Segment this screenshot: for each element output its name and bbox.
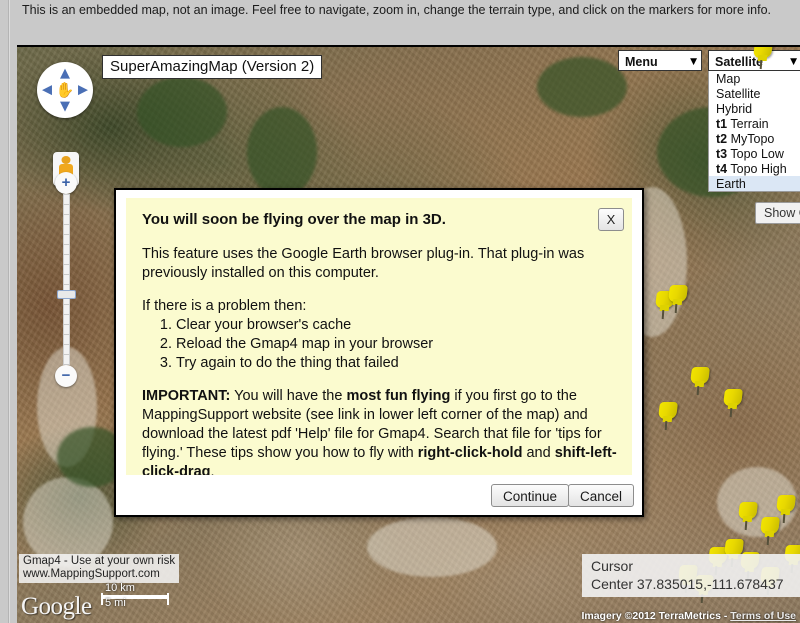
menu-dropdown-label: Menu bbox=[625, 54, 658, 69]
dialog-steps-list: Clear your browser's cacheReload the Gma… bbox=[142, 316, 618, 373]
map-marker[interactable] bbox=[689, 367, 711, 396]
dialog-footer: Continue Cancel bbox=[116, 475, 642, 515]
terrain-vegetation bbox=[137, 77, 227, 147]
zoom-slider-thumb[interactable] bbox=[57, 290, 76, 299]
continue-button[interactable]: Continue bbox=[490, 484, 569, 507]
map-attribution: Gmap4 - Use at your own risk www.Mapping… bbox=[19, 554, 180, 583]
map-type-option-prefix: t1 bbox=[716, 117, 728, 131]
chevron-down-icon: ▼ bbox=[690, 56, 697, 67]
important-text-3: and bbox=[522, 445, 555, 461]
map-marker[interactable] bbox=[775, 495, 797, 524]
page-gutter-line-2 bbox=[9, 0, 10, 623]
dialog-step-item: Try again to do the thing that failed bbox=[176, 354, 618, 373]
important-text-1: You will have the bbox=[230, 388, 347, 404]
scale-metric-label: 10 km bbox=[105, 582, 135, 594]
dialog-body: You will soon be flying over the map in … bbox=[126, 198, 632, 480]
dialog-important-paragraph: IMPORTANT: You will have the most fun fl… bbox=[142, 387, 618, 482]
show-grid-button[interactable]: Show G bbox=[755, 202, 800, 224]
attribution-line-1: Gmap4 - Use at your own risk bbox=[23, 555, 176, 567]
map-type-option-hybrid[interactable]: Hybrid bbox=[709, 101, 800, 116]
dialog-title: You will soon be flying over the map in … bbox=[142, 211, 446, 228]
pegman-head bbox=[61, 156, 71, 164]
map-marker[interactable] bbox=[737, 502, 759, 531]
pan-left-icon[interactable]: ◀ bbox=[42, 84, 52, 97]
map-marker[interactable] bbox=[667, 285, 689, 314]
terrain-ridge bbox=[367, 517, 497, 577]
menu-dropdown-button[interactable]: Menu ▼ bbox=[618, 50, 702, 71]
attribution-line-2[interactable]: www.MappingSupport.com bbox=[23, 568, 175, 581]
map-type-option-topo-high[interactable]: t4 Topo High bbox=[709, 161, 800, 176]
map-type-option-prefix: t3 bbox=[716, 147, 728, 161]
map-marker[interactable] bbox=[657, 402, 679, 431]
center-coordinates: Center 37.835015,-111.678437 bbox=[591, 576, 784, 592]
map-type-option-map[interactable]: Map bbox=[709, 71, 800, 86]
chevron-down-icon: ▼ bbox=[790, 56, 797, 67]
dialog-step-item: Clear your browser's cache bbox=[176, 316, 618, 335]
intro-text: This is an embedded map, not an image. F… bbox=[22, 3, 772, 17]
terrain-vegetation bbox=[247, 107, 317, 197]
terrain-vegetation bbox=[537, 57, 627, 117]
pan-hand-icon[interactable]: ✋ bbox=[56, 81, 75, 99]
map-type-option-topo-low[interactable]: t3 Topo Low bbox=[709, 146, 800, 161]
zoom-slider-track[interactable] bbox=[63, 194, 70, 365]
map-type-option-satellite[interactable]: Satellite bbox=[709, 86, 800, 101]
terms-of-use-link[interactable]: Terms of Use bbox=[730, 610, 796, 622]
zoom-in-button[interactable]: + bbox=[55, 172, 77, 194]
imagery-credit: Imagery ©2012 TerraMetrics - Terms of Us… bbox=[581, 610, 796, 622]
scale-imperial-label: 5 mi bbox=[105, 597, 126, 609]
embedded-map[interactable]: SuperAmazingMap (Version 2) ▲ ▼ ◀ ▶ ✋ + … bbox=[17, 45, 800, 623]
map-type-option-terrain[interactable]: t1 Terrain bbox=[709, 116, 800, 131]
cursor-label: Cursor bbox=[591, 558, 634, 574]
important-label: IMPORTANT: bbox=[142, 388, 231, 404]
map-type-option-mytopo[interactable]: t2 MyTopo bbox=[709, 131, 800, 146]
map-type-option-prefix: t2 bbox=[716, 132, 728, 146]
map-type-option-prefix: t4 bbox=[716, 162, 728, 176]
important-bold-2: right-click-hold bbox=[417, 445, 523, 461]
google-logo: Google bbox=[21, 593, 92, 620]
map-type-option-list[interactable]: Map Satellite Hybrid t1 Terrain t2 MyTopo t3 … bbox=[708, 71, 800, 192]
scale-bar: 10 km 5 mi bbox=[101, 582, 169, 611]
dialog-paragraph-1: This feature uses the Google Earth brows… bbox=[142, 246, 585, 281]
important-bold-1: most fun flying bbox=[346, 388, 451, 404]
page-root: This is an embedded map, not an image. F… bbox=[0, 0, 800, 623]
cancel-button[interactable]: Cancel bbox=[567, 484, 634, 507]
zoom-out-button[interactable]: − bbox=[55, 365, 77, 387]
imagery-credit-text: Imagery ©2012 TerraMetrics bbox=[581, 610, 721, 622]
pan-up-icon[interactable]: ▲ bbox=[60, 67, 70, 80]
zoom-control[interactable]: + − bbox=[55, 172, 77, 387]
pan-control[interactable]: ▲ ▼ ◀ ▶ ✋ bbox=[37, 62, 93, 118]
close-icon[interactable]: X bbox=[598, 208, 624, 231]
map-marker[interactable] bbox=[752, 47, 774, 70]
dialog-problem-intro: If there is a problem then: bbox=[142, 298, 307, 314]
pan-right-icon[interactable]: ▶ bbox=[78, 84, 88, 97]
map-type-option-earth[interactable]: Earth bbox=[709, 176, 800, 191]
cursor-coordinates-panel: Cursor Center 37.835015,-111.678437 bbox=[582, 554, 800, 597]
pan-down-icon[interactable]: ▼ bbox=[60, 100, 70, 113]
flying-3d-dialog: You will soon be flying over the map in … bbox=[114, 188, 644, 517]
map-title-label: SuperAmazingMap (Version 2) bbox=[102, 55, 323, 79]
dialog-step-item: Reload the Gmap4 map in your browser bbox=[176, 335, 618, 354]
map-marker[interactable] bbox=[722, 389, 744, 418]
